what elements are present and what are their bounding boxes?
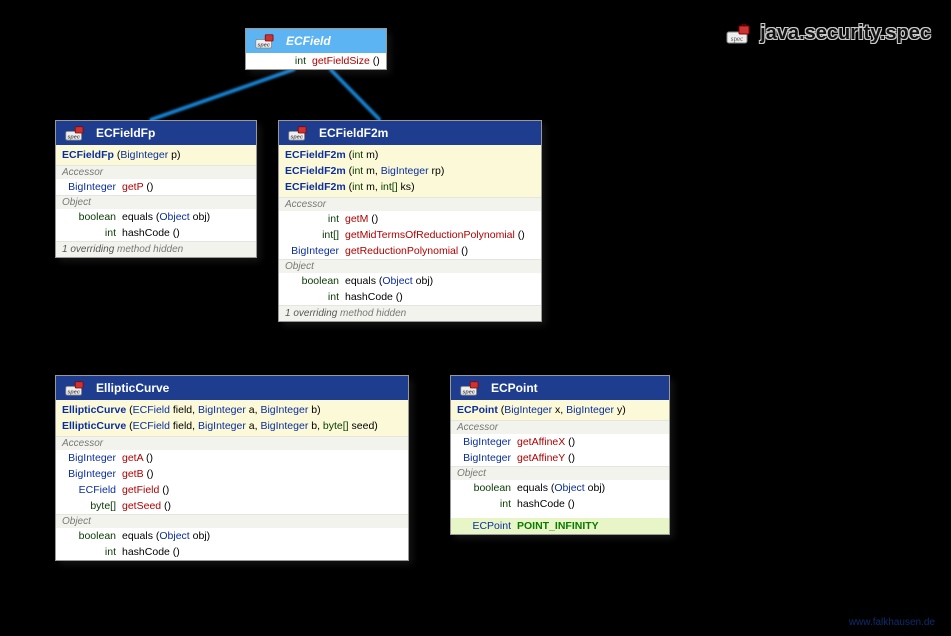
svg-text:spec: spec	[257, 43, 270, 49]
constructor-row: ECFieldF2m (int m, int[] ks)	[279, 179, 541, 195]
svg-text:spec: spec	[462, 390, 475, 396]
class-header: spec EllipticCurve	[56, 376, 408, 400]
spec-icon: spec	[62, 124, 90, 142]
hidden-note: 1 overriding method hidden	[279, 305, 541, 321]
class-ecfield: spec ECField int getFieldSize ()	[245, 28, 387, 70]
method-row: intgetM ()	[279, 211, 541, 227]
method-row: ECFieldgetField ()	[56, 482, 408, 498]
method-row: int[]getMidTermsOfReductionPolynomial ()	[279, 227, 541, 243]
section-label: Object	[56, 195, 256, 209]
method-row: BigIntegergetP ()	[56, 179, 256, 195]
spec-icon: spec	[62, 379, 90, 397]
method-row: booleanequals (Object obj)	[279, 273, 541, 289]
package-name: java.security.spec	[760, 22, 931, 45]
constructor-row: ECFieldF2m (int m)	[279, 147, 541, 163]
class-name: EllipticCurve	[96, 381, 169, 395]
class-name: ECField	[286, 34, 331, 48]
method-row: inthashCode ()	[279, 289, 541, 305]
method-row: inthashCode ()	[56, 225, 256, 241]
method-row: BigIntegergetReductionPolynomial ()	[279, 243, 541, 259]
method-row: BigIntegergetB ()	[56, 466, 408, 482]
method-row: byte[]getSeed ()	[56, 498, 408, 514]
constructors: EllipticCurve (ECField field, BigInteger…	[56, 400, 408, 436]
class-header: spec ECField	[246, 29, 386, 53]
svg-text:spec: spec	[290, 135, 303, 141]
section-label: Object	[451, 466, 669, 480]
class-header: spec ECPoint	[451, 376, 669, 400]
constructor-row: ECFieldF2m (int m, BigInteger rp)	[279, 163, 541, 179]
spec-icon: spec	[726, 25, 754, 43]
section-label: Object	[279, 259, 541, 273]
constructor-row: ECPoint (BigInteger x, BigInteger y)	[451, 402, 669, 418]
constructors: ECFieldF2m (int m)ECFieldF2m (int m, Big…	[279, 145, 541, 197]
spec-icon: spec	[252, 32, 280, 50]
section-label: Accessor	[56, 165, 256, 179]
package-title: spec java.security.spec	[726, 22, 931, 45]
section-label: Accessor	[56, 436, 408, 450]
svg-text:spec: spec	[67, 135, 80, 141]
footer-credit: www.falkhausen.de	[849, 617, 935, 628]
method-row: inthashCode ()	[451, 496, 669, 512]
svg-text:spec: spec	[67, 390, 80, 396]
class-name: ECFieldFp	[96, 126, 155, 140]
class-ecfieldf2m: spec ECFieldF2m ECFieldF2m (int m)ECFiel…	[278, 120, 542, 322]
section-label: Accessor	[279, 197, 541, 211]
method-row: int getFieldSize ()	[246, 53, 386, 69]
hidden-note: 1 overriding method hidden	[56, 241, 256, 257]
class-name: ECPoint	[491, 381, 538, 395]
constructor-row: EllipticCurve (ECField field, BigInteger…	[56, 402, 408, 418]
method-row: booleanequals (Object obj)	[56, 209, 256, 225]
class-ecfieldfp: spec ECFieldFp ECFieldFp (BigInteger p) …	[55, 120, 257, 258]
class-name: ECFieldF2m	[319, 126, 388, 140]
method-row: BigIntegergetAffineY ()	[451, 450, 669, 466]
diagram-canvas: { "package": { "name": "java.security.sp…	[0, 0, 951, 636]
constructors: ECPoint (BigInteger x, BigInteger y)	[451, 400, 669, 420]
section-label: Object	[56, 514, 408, 528]
class-ecpoint: spec ECPoint ECPoint (BigInteger x, BigI…	[450, 375, 670, 535]
spec-icon: spec	[457, 379, 485, 397]
class-ellipticcurve: spec EllipticCurve EllipticCurve (ECFiel…	[55, 375, 409, 561]
constructors: ECFieldFp (BigInteger p)	[56, 145, 256, 165]
constant-row: ECPoint POINT_INFINITY	[451, 518, 669, 534]
method-row: inthashCode ()	[56, 544, 408, 560]
spec-icon: spec	[285, 124, 313, 142]
constructor-row: ECFieldFp (BigInteger p)	[56, 147, 256, 163]
class-header: spec ECFieldFp	[56, 121, 256, 145]
method-row: booleanequals (Object obj)	[451, 480, 669, 496]
method-row: BigIntegergetA ()	[56, 450, 408, 466]
method-row: booleanequals (Object obj)	[56, 528, 408, 544]
section-label: Accessor	[451, 420, 669, 434]
class-header: spec ECFieldF2m	[279, 121, 541, 145]
svg-text:spec: spec	[731, 35, 743, 43]
constructor-row: EllipticCurve (ECField field, BigInteger…	[56, 418, 408, 434]
method-row: BigIntegergetAffineX ()	[451, 434, 669, 450]
